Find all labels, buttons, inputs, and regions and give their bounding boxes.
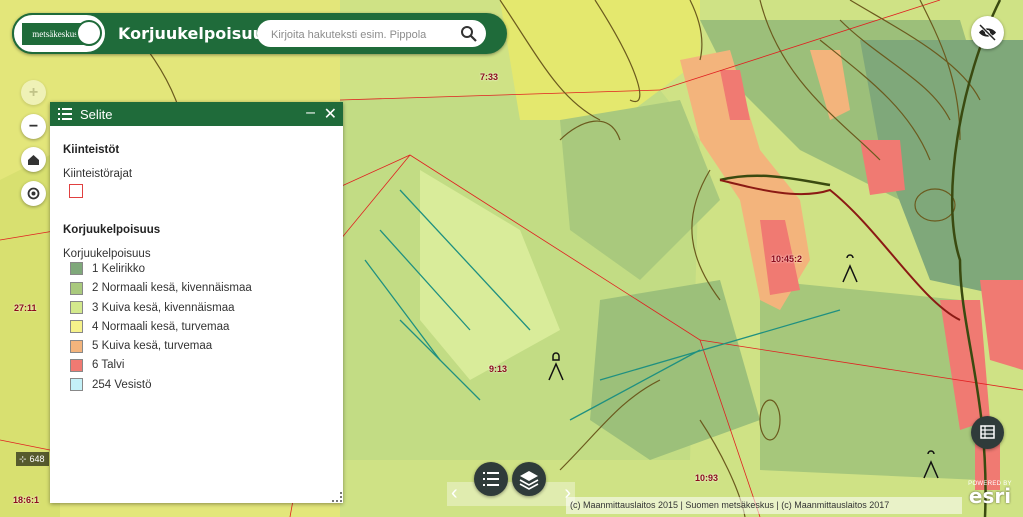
legend-class-item: 1 Kelirikko (63, 260, 331, 279)
zoom-in-button[interactable]: + (21, 80, 46, 105)
parcel-label: 9:13 (489, 364, 508, 374)
legend-swatch (70, 262, 83, 276)
legend-class-item: 3 Kuiva kesä, kivennäismaa (63, 299, 331, 318)
legend-swatch (70, 281, 83, 295)
esri-wordmark: esri (968, 484, 1012, 508)
search-input[interactable] (269, 25, 453, 44)
parcel-label: 27:11 (14, 303, 37, 313)
legend-class-item: 254 Vesistö (63, 376, 331, 395)
legend-minimize-button[interactable]: – (306, 104, 315, 122)
locate-icon (27, 187, 40, 200)
legend-layer-label: Korjuukelpoisuus (63, 248, 151, 260)
legend-panel: Selite – ✕ Kiinteistöt Kiinteistörajat K… (50, 102, 343, 503)
legend-layer-label: Kiinteistörajat (63, 168, 133, 180)
scale-indicator: ⊹ 648 (16, 452, 49, 466)
legend-class-item: 6 Talvi (63, 356, 331, 375)
metsakeskus-logo[interactable]: metsäkeskus (12, 13, 107, 54)
legend-class-list: 1 Kelirikko 2 Normaali kesä, kivennäismaa… (63, 260, 331, 395)
legend-swatch (70, 358, 83, 372)
resize-handle-icon[interactable] (332, 492, 342, 502)
legend-boundary-item (63, 184, 331, 206)
legend-class-label: 254 Vesistö (92, 378, 152, 391)
legend-class-label: 6 Talvi (92, 359, 125, 372)
legend-toggle-button[interactable] (474, 462, 508, 496)
attribute-table-button[interactable] (971, 416, 1004, 449)
legend-class-item: 2 Normaali kesä, kivennäismaa (63, 279, 331, 298)
legend-close-button[interactable]: ✕ (324, 104, 337, 124)
legend-class-label: 5 Kuiva kesä, turvemaa (92, 340, 213, 353)
logo-emblem-icon (76, 20, 102, 46)
legend-swatch (70, 320, 83, 334)
list-icon (58, 108, 72, 120)
legend-swatch (70, 339, 83, 353)
table-icon (980, 425, 995, 439)
legend-class-label: 1 Kelirikko (92, 263, 146, 275)
app-title: Korjuukelpoisuus (118, 24, 274, 43)
list-icon (483, 472, 499, 486)
layers-icon (519, 471, 539, 490)
legend-body: Kiinteistöt Kiinteistörajat Korjuukelpoi… (50, 126, 343, 395)
toggle-visibility-button[interactable] (971, 16, 1004, 49)
boundary-swatch (69, 184, 83, 198)
parcel-label: 18:6:1 (13, 495, 40, 505)
esri-logo[interactable]: POWERED BY esri (962, 481, 1018, 513)
legend-header: Selite – ✕ (50, 102, 343, 126)
locate-button[interactable] (21, 181, 46, 206)
parcel-label: 10:45:2 (771, 254, 803, 264)
legend-section-title: Korjuukelpoisuus (63, 224, 161, 236)
home-icon (28, 155, 39, 165)
legend-swatch (70, 301, 83, 315)
legend-class-label: 3 Kuiva kesä, kivennäismaa (92, 301, 235, 314)
layers-button[interactable] (512, 462, 546, 496)
search-box (257, 20, 486, 47)
parcel-label: 7:33 (480, 72, 499, 82)
legend-title: Selite (80, 107, 113, 122)
panel-pager: ‹ › (447, 482, 575, 506)
legend-swatch (70, 378, 83, 392)
home-button[interactable] (21, 147, 46, 172)
legend-class-item: 4 Normaali kesä, turvemaa (63, 318, 331, 337)
legend-class-label: 4 Normaali kesä, turvemaa (92, 320, 230, 333)
app-header: metsäkeskus Korjuukelpoisuus (12, 13, 507, 54)
scale-text: 648 (29, 454, 45, 464)
legend-section-title: Kiinteistöt (63, 144, 120, 156)
map-attribution: (c) Maanmittauslaitos 2015 | Suomen mets… (566, 497, 962, 514)
search-icon[interactable] (460, 25, 478, 43)
pager-prev-button[interactable]: ‹ (451, 482, 458, 505)
legend-class-label: 2 Normaali kesä, kivennäismaa (92, 282, 252, 295)
legend-class-item: 5 Kuiva kesä, turvemaa (63, 337, 331, 356)
zoom-out-button[interactable]: − (21, 114, 46, 139)
eye-off-icon (978, 23, 997, 42)
parcel-label: 10:93 (695, 473, 719, 483)
coordinate-icon: ⊹ (19, 454, 27, 464)
